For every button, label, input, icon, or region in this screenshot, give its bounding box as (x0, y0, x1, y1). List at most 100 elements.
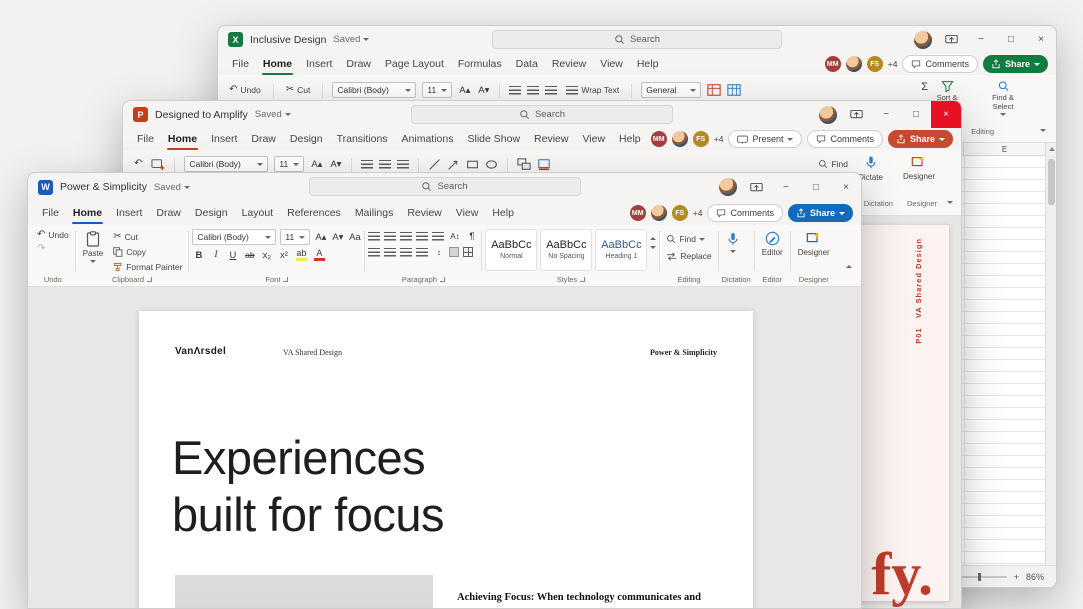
word-user-avatar[interactable] (719, 178, 737, 196)
pilcrow-icon[interactable]: ¶ (465, 231, 478, 242)
word-avatar-more[interactable]: +4 (693, 208, 703, 218)
powerpoint-designer-button[interactable]: Designer (899, 153, 939, 184)
superscript-button[interactable]: x² (277, 250, 290, 261)
quick-styles-icon[interactable] (537, 158, 551, 171)
excel-tab-page-layout[interactable]: Page Layout (379, 54, 450, 74)
word-cast-icon[interactable] (741, 173, 771, 201)
word-tab-file[interactable]: File (36, 203, 65, 223)
align-left-icon[interactable] (368, 247, 381, 257)
powerpoint-user-avatar[interactable] (819, 105, 837, 124)
powerpoint-find-button[interactable]: Find (815, 158, 851, 170)
conditional-formatting-icon[interactable] (707, 83, 721, 97)
dictate-button[interactable] (722, 229, 744, 255)
paragraph-dialog-launcher-icon[interactable] (439, 277, 445, 282)
powerpoint-tab-help[interactable]: Help (613, 129, 647, 149)
excel-tab-review[interactable]: Review (546, 54, 592, 74)
word-tab-mailings[interactable]: Mailings (349, 203, 400, 223)
excel-grow-font-button[interactable]: A▴ (458, 85, 471, 96)
oval-shape-icon[interactable] (485, 158, 498, 171)
underline-button[interactable]: U (226, 250, 239, 261)
word-tab-layout[interactable]: Layout (236, 203, 280, 223)
excel-minimize-button[interactable]: − (966, 26, 996, 53)
styles-gallery-up-icon[interactable] (650, 237, 657, 240)
excel-align-center-icon[interactable] (527, 85, 540, 95)
powerpoint-tab-animations[interactable]: Animations (396, 129, 460, 149)
excel-tab-formulas[interactable]: Formulas (452, 54, 508, 74)
grow-font-button[interactable]: A▴ (314, 232, 327, 243)
powerpoint-tab-view[interactable]: View (576, 129, 611, 149)
arrange-icon[interactable] (517, 157, 531, 171)
undo-button[interactable]: ↶ Undo (34, 229, 72, 241)
excel-tab-home[interactable]: Home (257, 54, 298, 76)
powerpoint-maximize-button[interactable]: □ (901, 101, 931, 128)
multilevel-list-icon[interactable] (400, 232, 413, 241)
excel-maximize-button[interactable]: □ (996, 26, 1026, 53)
powerpoint-minimize-button[interactable]: − (871, 101, 901, 128)
powerpoint-tab-home[interactable]: Home (162, 129, 203, 151)
excel-comments-button[interactable]: Comments (902, 55, 978, 73)
shrink-font-button[interactable]: A▾ (331, 232, 344, 243)
rectangle-shape-icon[interactable] (466, 158, 479, 171)
word-maximize-button[interactable]: □ (801, 173, 831, 201)
decrease-indent-icon[interactable] (416, 232, 429, 241)
powerpoint-ribbon-collapse-icon[interactable] (947, 201, 953, 204)
font-dialog-launcher-icon[interactable] (283, 277, 289, 282)
powerpoint-saved-status[interactable]: Saved (255, 109, 291, 120)
powerpoint-numbering-icon[interactable] (379, 159, 392, 169)
powerpoint-avatar-more[interactable]: +4 (714, 134, 724, 144)
excel-font-name-select[interactable]: Calibri (Body) (332, 82, 417, 98)
excel-avatar-mm[interactable]: MM (824, 56, 841, 72)
excel-align-right-icon[interactable] (545, 85, 558, 95)
word-minimize-button[interactable]: − (771, 173, 801, 201)
excel-cut-button[interactable]: ✂ Cut (283, 84, 314, 96)
excel-avatar-more[interactable]: +4 (888, 59, 898, 69)
replace-button[interactable]: Replace (663, 250, 714, 262)
excel-cast-icon[interactable] (936, 26, 966, 53)
excel-avatar-fs[interactable]: FS (866, 56, 883, 72)
excel-zoom-in-button[interactable]: + (1014, 572, 1019, 582)
word-avatar-photo[interactable] (650, 205, 667, 221)
shading-icon[interactable] (449, 247, 460, 257)
change-case-button[interactable]: Aa (348, 232, 361, 243)
excel-vertical-scrollbar[interactable] (1045, 143, 1056, 565)
excel-tab-view[interactable]: View (594, 54, 629, 74)
format-as-table-icon[interactable] (727, 83, 741, 97)
excel-find-select-button[interactable]: Find & Select (980, 78, 1026, 118)
powerpoint-share-button[interactable]: Share (887, 130, 953, 148)
excel-wrap-text-button[interactable]: Wrap Text (563, 84, 622, 96)
font-size-select[interactable]: 11 (280, 229, 311, 245)
powerpoint-present-button[interactable]: Present (728, 130, 803, 148)
word-tab-design[interactable]: Design (189, 203, 234, 223)
strikethrough-button[interactable]: ab (243, 250, 256, 260)
excel-align-left-icon[interactable] (509, 85, 522, 95)
powerpoint-font-name-select[interactable]: Calibri (Body) (184, 156, 269, 172)
italic-button[interactable]: I (209, 250, 222, 260)
word-tab-home[interactable]: Home (67, 203, 108, 225)
excel-search-box[interactable]: Search (492, 30, 782, 49)
clipboard-dialog-launcher-icon[interactable] (147, 277, 153, 282)
powerpoint-font-size-select[interactable]: 11 (274, 156, 305, 172)
powerpoint-tab-draw[interactable]: Draw (245, 129, 282, 149)
powerpoint-tab-design[interactable]: Design (284, 129, 329, 149)
word-tab-review[interactable]: Review (401, 203, 447, 223)
styles-gallery-down-icon[interactable] (650, 246, 657, 249)
style-no-spacing[interactable]: AaBbCc No Spacing (540, 229, 593, 271)
excel-shrink-font-button[interactable]: A▾ (477, 85, 490, 96)
powerpoint-bullets-icon[interactable] (361, 159, 374, 169)
powerpoint-close-button[interactable]: × (931, 101, 961, 128)
word-tab-insert[interactable]: Insert (110, 203, 148, 223)
styles-dialog-launcher-icon[interactable] (580, 277, 586, 282)
excel-tab-data[interactable]: Data (510, 54, 544, 74)
arrow-shape-icon[interactable] (447, 158, 460, 171)
bullets-icon[interactable] (368, 232, 381, 241)
word-tab-references[interactable]: References (281, 203, 347, 223)
word-avatar-fs[interactable]: FS (671, 205, 688, 221)
excel-tab-draw[interactable]: Draw (340, 54, 377, 74)
powerpoint-tab-insert[interactable]: Insert (205, 129, 243, 149)
word-comments-button[interactable]: Comments (707, 204, 783, 222)
powerpoint-shrink-font-button[interactable]: A▾ (329, 159, 342, 170)
powerpoint-undo-button[interactable]: ↶ (131, 158, 145, 170)
increase-indent-icon[interactable] (432, 232, 445, 241)
new-slide-icon[interactable] (151, 158, 165, 171)
excel-undo-button[interactable]: ↶ Undo (226, 84, 264, 96)
